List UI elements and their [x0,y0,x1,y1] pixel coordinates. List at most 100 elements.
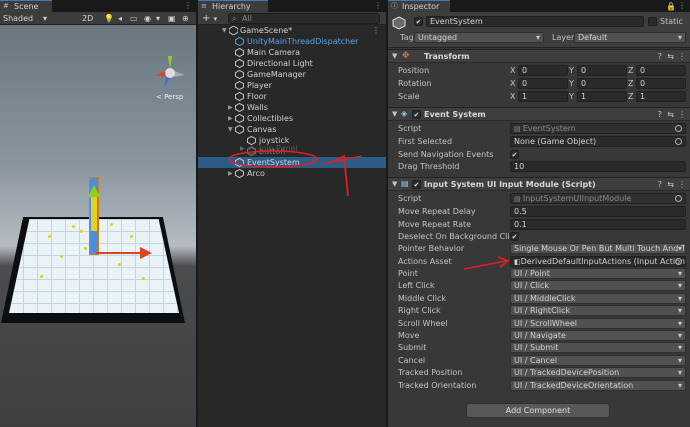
scene-viewport[interactable]: < Persp [0,25,196,427]
hierarchy-item[interactable]: Player [198,80,386,91]
axis-z-label: Z [628,92,634,101]
axis-y-label: Y [569,66,574,75]
tag-dropdown[interactable]: Untagged [414,32,544,43]
actions-asset-field[interactable]: ◧DerivedDefaultInputActions (Input Actio… [510,256,686,267]
object-picker-icon[interactable] [675,258,682,265]
hierarchy-item-label: Collectibles [247,114,293,123]
deselect-background-checkbox[interactable]: ✔ [510,232,519,241]
hidden-objects-icon[interactable]: ◉ [144,13,151,24]
component-menu-icon[interactable]: ⋮ [678,110,686,119]
transform-y-field[interactable]: 1 [577,91,627,102]
transform-y-field[interactable]: 0 [577,78,627,89]
preset-icon[interactable]: ⇆ [667,180,674,189]
move-repeat-rate-field[interactable]: 0.1 [510,219,686,230]
tab-hierarchy[interactable]: ≡ Hierarchy [198,0,268,12]
layer-dropdown[interactable]: Default [574,32,686,43]
orientation-gizmo-icon[interactable] [150,53,190,93]
hierarchy-item[interactable]: Main Camera [198,47,386,58]
move-handle-x[interactable] [96,252,146,254]
expand-arrow-icon[interactable]: ▼ [228,124,234,135]
first-selected-field[interactable]: None (Game Object) [510,136,686,147]
action-binding-dropdown[interactable]: UI / Navigate [510,330,686,341]
hierarchy-item[interactable]: ▶ Collectibles [198,113,386,124]
gameobject-active-checkbox[interactable]: ✔ [414,17,423,26]
script-component-icon: ▤ [401,179,409,188]
transform-y-field[interactable]: 0 [577,65,627,76]
action-binding-dropdown[interactable]: UI / Point [510,268,686,279]
object-name-field[interactable]: EventSystem [426,16,644,27]
transform-x-field[interactable]: 0 [518,65,568,76]
transform-x-field[interactable]: 0 [518,78,568,89]
action-binding-dropdown[interactable]: UI / Click [510,280,686,292]
effects-icon[interactable]: ▭ [130,13,138,24]
transform-header[interactable]: ▼ ✥ Transform ? ⇆ ⋮ [388,49,690,63]
action-label: Submit [398,343,427,353]
inspector-menu-icon[interactable]: ⋮ [678,1,686,11]
hierarchy-item[interactable]: ▼ Canvas [198,124,386,135]
pointer-behavior-dropdown[interactable]: Single Mouse Or Pen But Multi Touch And … [510,243,686,254]
hierarchy-item[interactable]: Directional Light [198,58,386,69]
tab-scene[interactable]: # Scene [0,0,52,12]
preset-icon[interactable]: ⇆ [667,110,674,119]
camera-icon[interactable]: ▣ [168,13,176,24]
transform-z-field[interactable]: 0 [636,65,686,76]
add-component-button[interactable]: Add Component [466,403,610,418]
action-binding-dropdown[interactable]: UI / Submit [510,342,686,354]
transform-x-field[interactable]: 1 [518,91,568,102]
move-repeat-delay-field[interactable]: 0.5 [510,206,686,217]
drag-threshold-field[interactable]: 10 [510,161,686,172]
expand-arrow-icon[interactable]: ▶ [228,113,234,124]
move-handle-y[interactable] [91,197,97,231]
help-icon[interactable]: ? [658,180,662,189]
add-object-button[interactable]: + ▾ [202,13,217,24]
scene-menu-icon[interactable]: ⋮ [372,25,380,36]
hierarchy-item[interactable]: Floor [198,91,386,102]
chevron-down-icon[interactable]: ▾ [156,13,160,24]
component-menu-icon[interactable]: ⋮ [678,180,686,189]
foldout-arrow-icon[interactable]: ▼ [392,52,397,60]
action-binding-dropdown[interactable]: UI / RightClick [510,305,686,317]
pointer-behavior-label: Pointer Behavior [398,244,465,253]
foldout-arrow-icon[interactable]: ▼ [392,110,397,118]
shading-dropdown[interactable]: Shaded ▾ [3,13,47,24]
expand-arrow-icon[interactable]: ▶ [228,102,234,113]
hierarchy-item-label: Directional Light [247,59,313,68]
hierarchy-item[interactable]: UnityMainThreadDispatcher [198,36,386,47]
transform-z-field[interactable]: 0 [636,78,686,89]
2d-label: 2D [82,14,94,23]
hierarchy-root[interactable]: ▼ GameScene* ⋮ [198,25,386,36]
tab-inspector[interactable]: ⓘ Inspector [388,0,450,12]
static-checkbox[interactable] [648,17,657,26]
lighting-icon[interactable]: 💡 [104,13,114,24]
preset-icon[interactable]: ⇆ [667,52,674,61]
hierarchy-item[interactable]: GameManager [198,69,386,80]
help-icon[interactable]: ? [658,110,662,119]
perspective-label[interactable]: < Persp [156,93,183,101]
help-icon[interactable]: ? [658,52,662,61]
audio-icon[interactable]: ◂ [118,13,122,24]
action-binding-dropdown[interactable]: UI / MiddleClick [510,292,686,304]
input-module-header[interactable]: ▼ ▤ ✔ Input System UI Input Module (Scri… [388,177,690,191]
gizmos-icon[interactable]: ⊕ [182,13,189,24]
action-label: Move [398,331,420,340]
hierarchy-search-input[interactable]: ⌕ All [228,13,380,24]
hierarchy-menu-icon[interactable]: ⋮ [374,1,382,11]
action-binding-dropdown[interactable]: UI / ScrollWheel [510,317,686,329]
event-system-enabled-checkbox[interactable]: ✔ [412,110,421,119]
lock-icon[interactable]: 🔒 [666,1,676,12]
event-system-header[interactable]: ▼ ◈ ✔ Event System ? ⇆ ⋮ [388,107,690,121]
hierarchy-item[interactable]: ▶ Walls [198,102,386,113]
component-menu-icon[interactable]: ⋮ [678,52,686,61]
foldout-arrow-icon[interactable]: ▼ [392,180,397,188]
send-navigation-checkbox[interactable]: ✔ [510,150,519,159]
transform-z-field[interactable]: 1 [636,91,686,102]
action-binding-dropdown[interactable]: UI / Cancel [510,354,686,366]
expand-arrow-icon[interactable]: ▼ [222,25,228,36]
action-binding-dropdown[interactable]: UI / TrackedDevicePosition [510,367,686,379]
input-module-enabled-checkbox[interactable]: ✔ [412,180,421,189]
2d-toggle[interactable]: 2D [82,13,93,24]
object-picker-icon[interactable] [675,138,682,145]
scene-menu-icon[interactable]: ⋮ [184,1,192,11]
action-binding-dropdown[interactable]: UI / TrackedDeviceOrientation [510,379,686,391]
event-system-icon: ◈ [401,109,408,118]
